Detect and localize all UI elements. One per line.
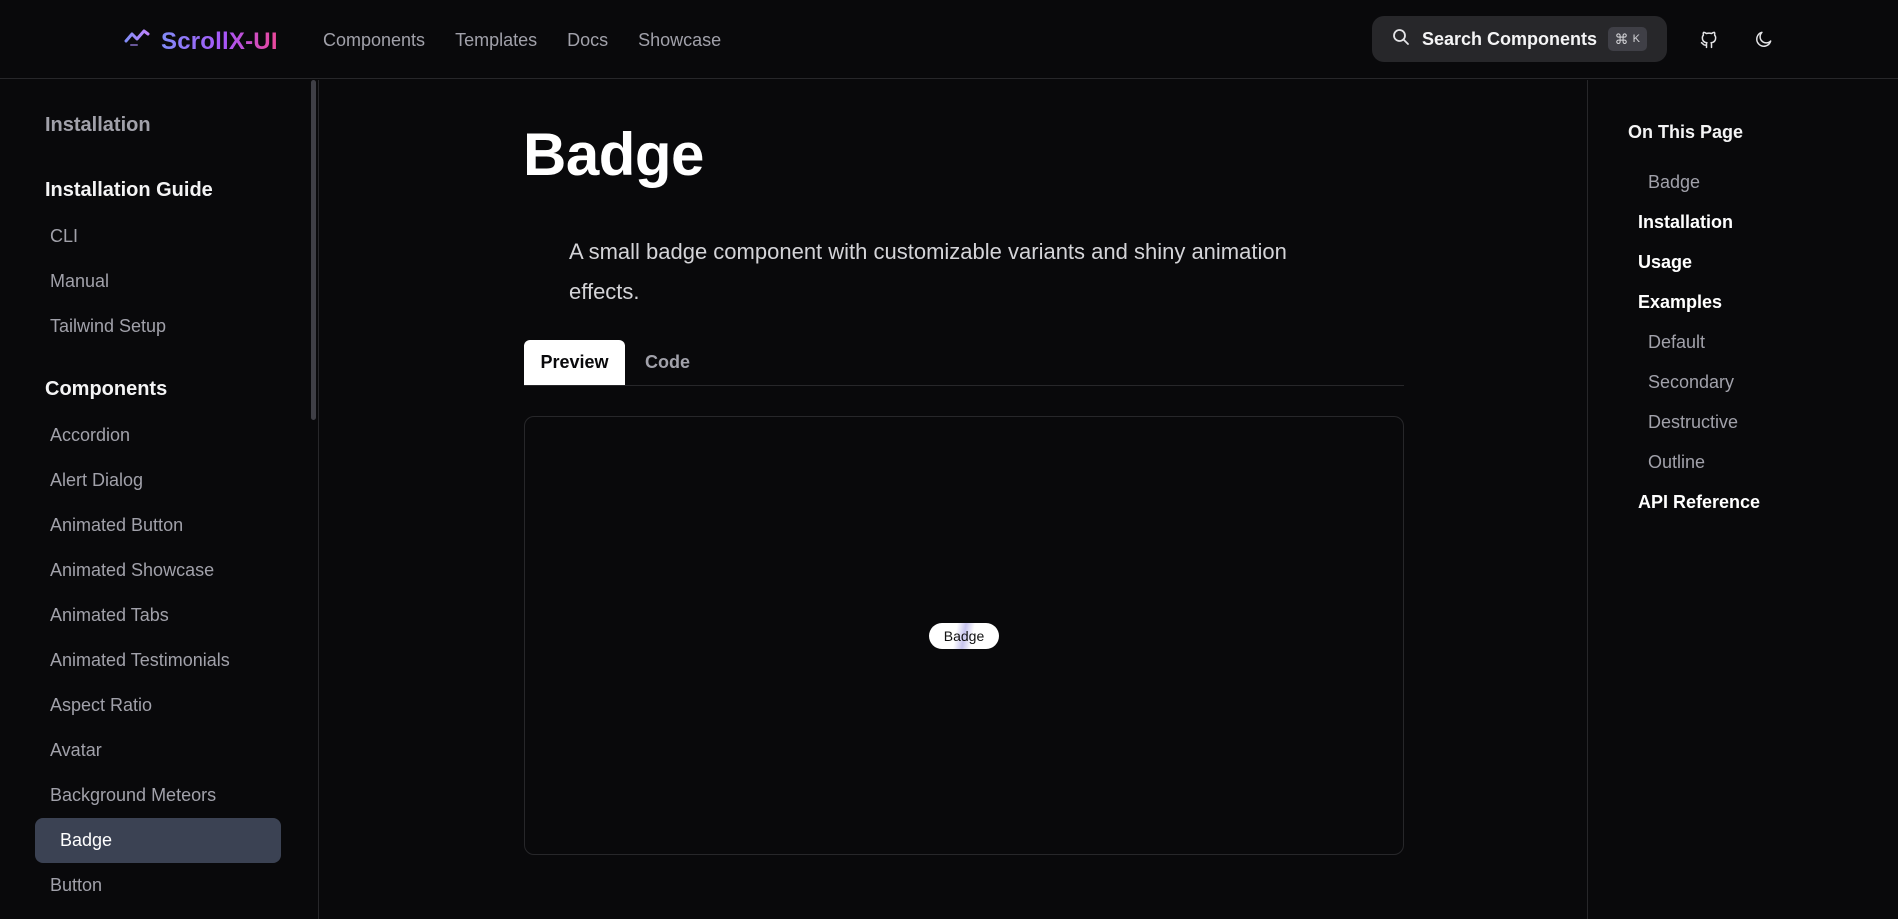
moon-icon[interactable] bbox=[1752, 27, 1776, 51]
nav-docs[interactable]: Docs bbox=[567, 30, 608, 51]
toc-item-examples[interactable]: Examples bbox=[1638, 292, 1722, 313]
nav-showcase[interactable]: Showcase bbox=[638, 30, 721, 51]
toc-item-badge[interactable]: Badge bbox=[1648, 172, 1700, 193]
sidebar-item-tailwind-setup[interactable]: Tailwind Setup bbox=[35, 304, 281, 349]
tab-bar: Preview Code bbox=[524, 340, 1404, 386]
sidebar-item-accordion[interactable]: Accordion bbox=[35, 413, 281, 458]
search-icon bbox=[1392, 28, 1410, 51]
sidebar-item-cli[interactable]: CLI bbox=[35, 214, 281, 259]
sidebar: Installation Installation Guide CLI Manu… bbox=[0, 80, 319, 919]
toc-item-destructive[interactable]: Destructive bbox=[1648, 412, 1738, 433]
sidebar-heading-installation-guide: Installation Guide bbox=[45, 179, 213, 201]
tab-code[interactable]: Code bbox=[645, 340, 690, 385]
tab-preview[interactable]: Preview bbox=[524, 340, 625, 385]
logo-text: ScrollX-UI bbox=[161, 27, 278, 55]
search-button[interactable]: Search Components ⌘ K bbox=[1372, 16, 1667, 62]
keyboard-shortcut: ⌘ K bbox=[1607, 27, 1647, 51]
toc-item-installation[interactable]: Installation bbox=[1638, 212, 1733, 233]
toc-item-usage[interactable]: Usage bbox=[1638, 252, 1692, 273]
search-label: Search Components bbox=[1422, 28, 1598, 49]
toc-item-api-reference[interactable]: API Reference bbox=[1638, 492, 1760, 513]
github-icon[interactable] bbox=[1697, 27, 1721, 51]
sidebar-heading-components: Components bbox=[45, 378, 168, 400]
toc-divider bbox=[1587, 80, 1588, 919]
toc-title: On This Page bbox=[1628, 122, 1744, 142]
toc-item-outline[interactable]: Outline bbox=[1648, 452, 1705, 473]
page-description: A small badge component with customizabl… bbox=[569, 239, 1287, 304]
sidebar-item-alert-dialog[interactable]: Alert Dialog bbox=[35, 458, 281, 503]
toc-item-default[interactable]: Default bbox=[1648, 332, 1705, 353]
sidebar-item-animated-button[interactable]: Animated Button bbox=[35, 503, 281, 548]
toc-item-secondary[interactable]: Secondary bbox=[1648, 372, 1734, 393]
logo[interactable]: ScrollX-UI bbox=[123, 26, 278, 57]
main-nav: Components Templates Docs Showcase bbox=[323, 30, 721, 51]
k-key: K bbox=[1632, 33, 1640, 45]
sidebar-item-animated-tabs[interactable]: Animated Tabs bbox=[35, 593, 281, 638]
nav-templates[interactable]: Templates bbox=[455, 30, 537, 51]
badge-demo: Badge bbox=[929, 623, 999, 649]
command-key: ⌘ bbox=[1614, 30, 1629, 47]
sidebar-scrollbar[interactable] bbox=[311, 80, 316, 420]
top-header: ScrollX-UI Components Templates Docs Sho… bbox=[0, 0, 1898, 79]
sidebar-item-badge[interactable]: Badge bbox=[35, 818, 281, 863]
sidebar-installation[interactable]: Installation bbox=[45, 114, 151, 137]
sidebar-item-avatar[interactable]: Avatar bbox=[35, 728, 281, 773]
sidebar-item-aspect-ratio[interactable]: Aspect Ratio bbox=[35, 683, 281, 728]
trend-chart-icon bbox=[123, 26, 151, 57]
sidebar-item-animated-showcase[interactable]: Animated Showcase bbox=[35, 548, 281, 593]
sidebar-item-animated-testimonials[interactable]: Animated Testimonials bbox=[35, 638, 281, 683]
sidebar-item-background-meteors[interactable]: Background Meteors bbox=[35, 773, 281, 818]
sidebar-item-button[interactable]: Button bbox=[35, 863, 281, 908]
sidebar-item-manual[interactable]: Manual bbox=[35, 259, 281, 304]
page-title: Badge bbox=[523, 121, 704, 188]
nav-components[interactable]: Components bbox=[323, 30, 425, 51]
